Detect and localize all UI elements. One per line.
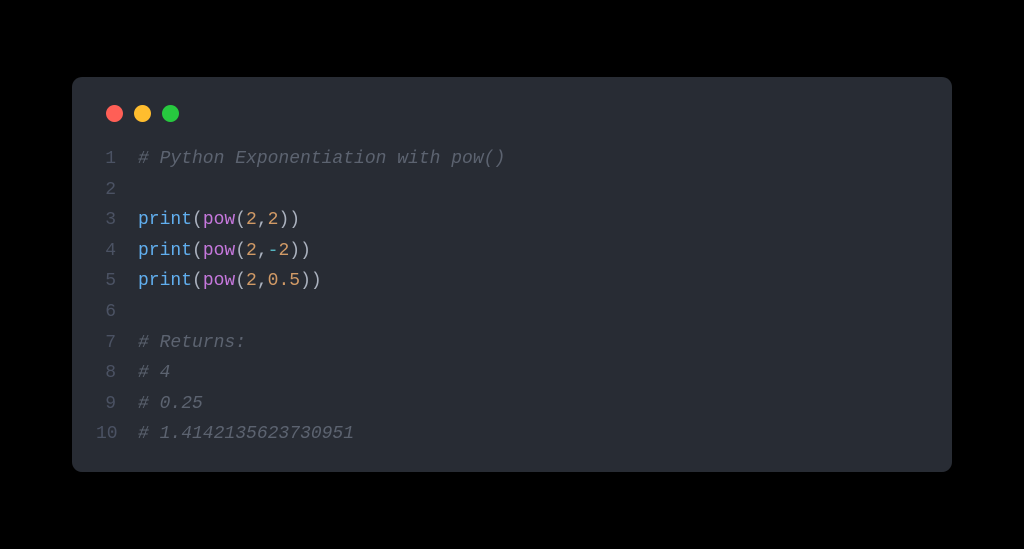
code-token: print bbox=[138, 271, 192, 291]
line-number: 8 bbox=[96, 358, 138, 389]
code-content: print(pow(2,0.5)) bbox=[138, 266, 322, 297]
code-line: 7# Returns: bbox=[96, 328, 928, 359]
code-token: ( bbox=[235, 241, 246, 261]
close-icon[interactable] bbox=[106, 105, 123, 122]
line-number: 7 bbox=[96, 328, 138, 359]
code-token: # Returns: bbox=[138, 333, 246, 353]
code-line: 8# 4 bbox=[96, 358, 928, 389]
code-token: , bbox=[257, 210, 268, 230]
code-line: 10# 1.4142135623730951 bbox=[96, 419, 928, 450]
code-token: 2 bbox=[246, 241, 257, 261]
code-content: # 4 bbox=[138, 358, 170, 389]
code-token: 0.5 bbox=[268, 271, 300, 291]
code-line: 9# 0.25 bbox=[96, 389, 928, 420]
code-token: print bbox=[138, 210, 192, 230]
line-number: 5 bbox=[96, 266, 138, 297]
code-content: # 0.25 bbox=[138, 389, 203, 420]
code-token: ( bbox=[192, 210, 203, 230]
code-content: print(pow(2,2)) bbox=[138, 205, 300, 236]
code-token: 2 bbox=[246, 271, 257, 291]
code-content: # Python Exponentiation with pow() bbox=[138, 144, 505, 175]
code-token: # 4 bbox=[138, 363, 170, 383]
code-token: # 1.4142135623730951 bbox=[138, 424, 354, 444]
line-number: 6 bbox=[96, 297, 138, 328]
code-token: 2 bbox=[268, 210, 279, 230]
code-token: pow bbox=[203, 241, 235, 261]
code-content: # Returns: bbox=[138, 328, 246, 359]
maximize-icon[interactable] bbox=[162, 105, 179, 122]
code-line: 4print(pow(2,-2)) bbox=[96, 236, 928, 267]
code-line: 2 bbox=[96, 175, 928, 206]
line-number: 10 bbox=[96, 419, 138, 450]
line-number: 4 bbox=[96, 236, 138, 267]
code-token: ( bbox=[192, 241, 203, 261]
line-number: 9 bbox=[96, 389, 138, 420]
line-number: 3 bbox=[96, 205, 138, 236]
code-token: ( bbox=[192, 271, 203, 291]
code-token: )) bbox=[289, 241, 311, 261]
code-token: # Python Exponentiation with pow() bbox=[138, 149, 505, 169]
code-token: print bbox=[138, 241, 192, 261]
code-token: ( bbox=[235, 271, 246, 291]
code-line: 3print(pow(2,2)) bbox=[96, 205, 928, 236]
line-number: 2 bbox=[96, 175, 138, 206]
line-number: 1 bbox=[96, 144, 138, 175]
code-token: 2 bbox=[246, 210, 257, 230]
code-token: 2 bbox=[278, 241, 289, 261]
code-line: 5print(pow(2,0.5)) bbox=[96, 266, 928, 297]
code-window: 1# Python Exponentiation with pow()23pri… bbox=[72, 77, 952, 472]
window-titlebar bbox=[96, 105, 928, 122]
code-editor: 1# Python Exponentiation with pow()23pri… bbox=[96, 144, 928, 450]
code-content: # 1.4142135623730951 bbox=[138, 419, 354, 450]
code-token: pow bbox=[203, 271, 235, 291]
code-token: # 0.25 bbox=[138, 394, 203, 414]
code-content: print(pow(2,-2)) bbox=[138, 236, 311, 267]
code-line: 6 bbox=[96, 297, 928, 328]
code-line: 1# Python Exponentiation with pow() bbox=[96, 144, 928, 175]
code-token: )) bbox=[300, 271, 322, 291]
code-token: pow bbox=[203, 210, 235, 230]
minimize-icon[interactable] bbox=[134, 105, 151, 122]
code-token: )) bbox=[278, 210, 300, 230]
code-token: , bbox=[257, 241, 268, 261]
code-token: - bbox=[268, 241, 279, 261]
code-token: , bbox=[257, 271, 268, 291]
code-token: ( bbox=[235, 210, 246, 230]
